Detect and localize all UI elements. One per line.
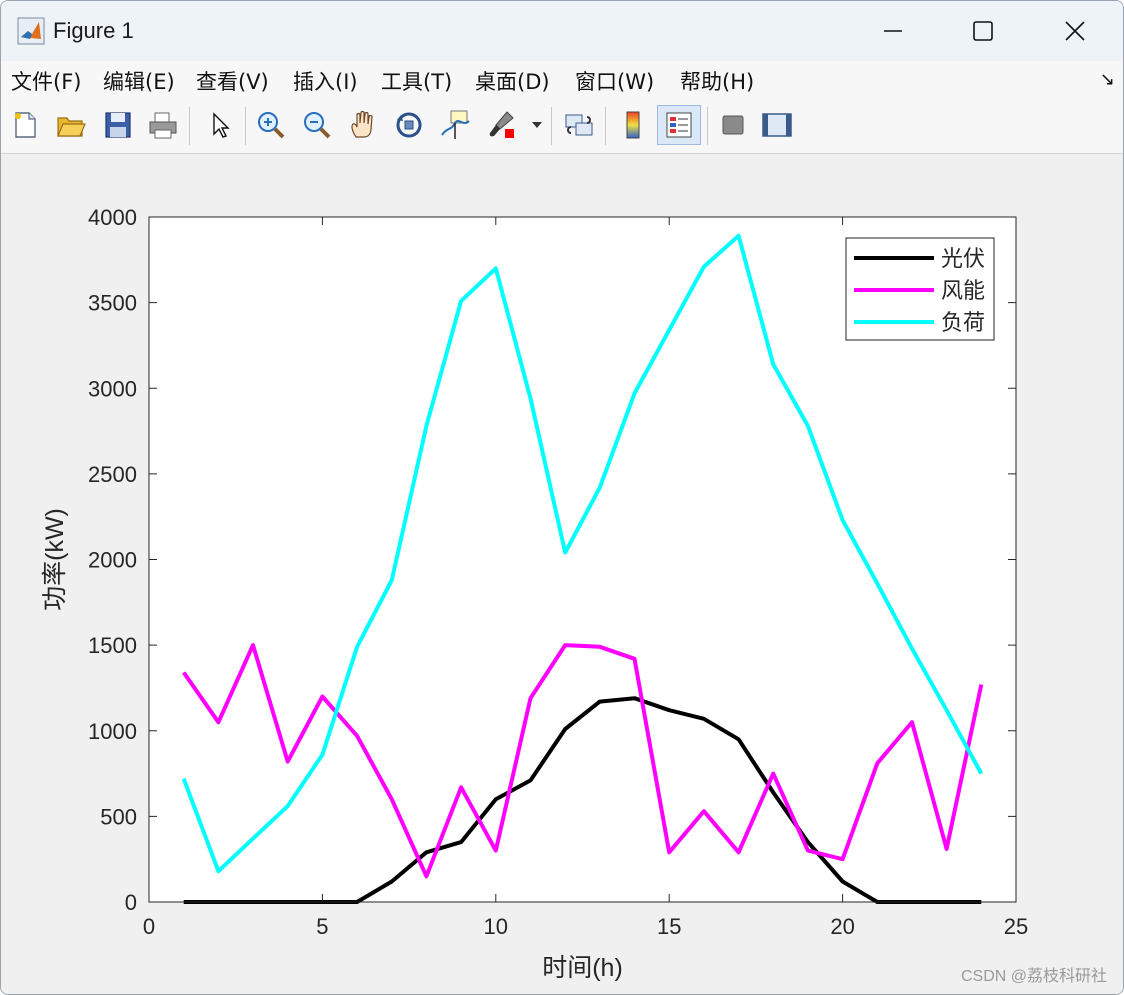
y-tick-label: 1000 (88, 719, 137, 744)
colorbar-icon[interactable] (615, 107, 651, 143)
x-tick-label: 15 (657, 914, 681, 939)
title-bar[interactable]: Figure 1 (1, 1, 1123, 61)
brush-dropdown-icon[interactable] (527, 107, 547, 143)
toolbar-separator (189, 107, 190, 145)
menu-view[interactable]: 查看(V) (196, 66, 269, 96)
y-tick-label: 0 (125, 890, 137, 915)
menu-tools[interactable]: 工具(T) (381, 66, 452, 96)
menu-overflow-arrow-icon[interactable]: ↘ (1100, 69, 1115, 90)
menu-bar: 文件(F) 编辑(E) 查看(V) 插入(I) 工具(T) 桌面(D) 窗口(W… (1, 61, 1123, 99)
y-tick-label: 4000 (88, 205, 137, 230)
figure-window: Figure 1 文件(F) 编辑(E) 查看(V) 插入(I) 工具(T) 桌… (0, 0, 1124, 995)
y-tick-label: 2000 (88, 548, 137, 573)
toolbar-separator (551, 107, 552, 145)
x-tick-label: 10 (484, 914, 508, 939)
y-tick-label: 500 (100, 804, 137, 829)
print-icon[interactable] (145, 107, 181, 143)
figure-toolbar (1, 99, 1123, 154)
rotate-3d-icon[interactable] (391, 107, 427, 143)
menu-insert[interactable]: 插入(I) (293, 66, 358, 96)
legend[interactable]: 光伏 风能 负荷 (845, 237, 995, 341)
menu-desktop[interactable]: 桌面(D) (475, 66, 550, 96)
line-chart[interactable]: 0 5 10 15 20 25 0 500 1000 1500 2000 2500 3000 3500 40… (1, 154, 1123, 994)
legend-label-wind: 风能 (941, 278, 985, 303)
new-figure-icon[interactable] (7, 107, 43, 143)
window-title: Figure 1 (53, 18, 134, 43)
close-button[interactable] (1029, 1, 1121, 61)
menu-help[interactable]: 帮助(H) (680, 66, 754, 96)
minimize-button[interactable] (847, 1, 939, 61)
y-tick-label: 1500 (88, 633, 137, 658)
show-plot-tools-icon[interactable] (759, 107, 795, 143)
y-axis-label: 功率(kW) (41, 508, 69, 611)
matlab-logo-icon (17, 17, 45, 45)
legend-label-pv: 光伏 (941, 246, 985, 271)
pan-hand-icon[interactable] (345, 107, 381, 143)
toolbar-separator (245, 107, 246, 145)
toolbar-separator (707, 107, 708, 145)
x-tick-label: 0 (143, 914, 155, 939)
link-plot-icon[interactable] (561, 107, 597, 143)
watermark: CSDN @荔枝科研社 (960, 968, 1107, 985)
maximize-button[interactable] (937, 1, 1029, 61)
zoom-out-icon[interactable] (299, 107, 335, 143)
maximize-icon (973, 21, 993, 41)
menu-file[interactable]: 文件(F) (11, 66, 81, 96)
figure-canvas: 0 5 10 15 20 25 0 500 1000 1500 2000 2500 3000 3500 40… (1, 154, 1123, 994)
close-icon (1065, 21, 1085, 41)
x-tick-label: 5 (316, 914, 328, 939)
y-tick-label: 3000 (88, 376, 137, 401)
minimize-icon (884, 30, 902, 32)
y-tick-label: 2500 (88, 462, 137, 487)
x-tick-label: 25 (1004, 914, 1028, 939)
legend-label-load: 负荷 (941, 310, 985, 335)
save-icon[interactable] (100, 107, 136, 143)
legend-icon[interactable] (657, 105, 701, 145)
zoom-in-icon[interactable] (253, 107, 289, 143)
toolbar-separator (605, 107, 606, 145)
data-cursor-icon[interactable] (437, 107, 473, 143)
brush-icon[interactable] (483, 107, 519, 143)
x-axis-label: 时间(h) (542, 954, 623, 982)
open-file-icon[interactable] (53, 107, 89, 143)
menu-window[interactable]: 窗口(W) (575, 66, 654, 96)
menu-edit[interactable]: 编辑(E) (103, 66, 175, 96)
pointer-icon[interactable] (201, 107, 237, 143)
x-tick-label: 20 (830, 914, 854, 939)
y-tick-label: 3500 (88, 291, 137, 316)
hide-plot-tools-icon[interactable] (715, 107, 751, 143)
